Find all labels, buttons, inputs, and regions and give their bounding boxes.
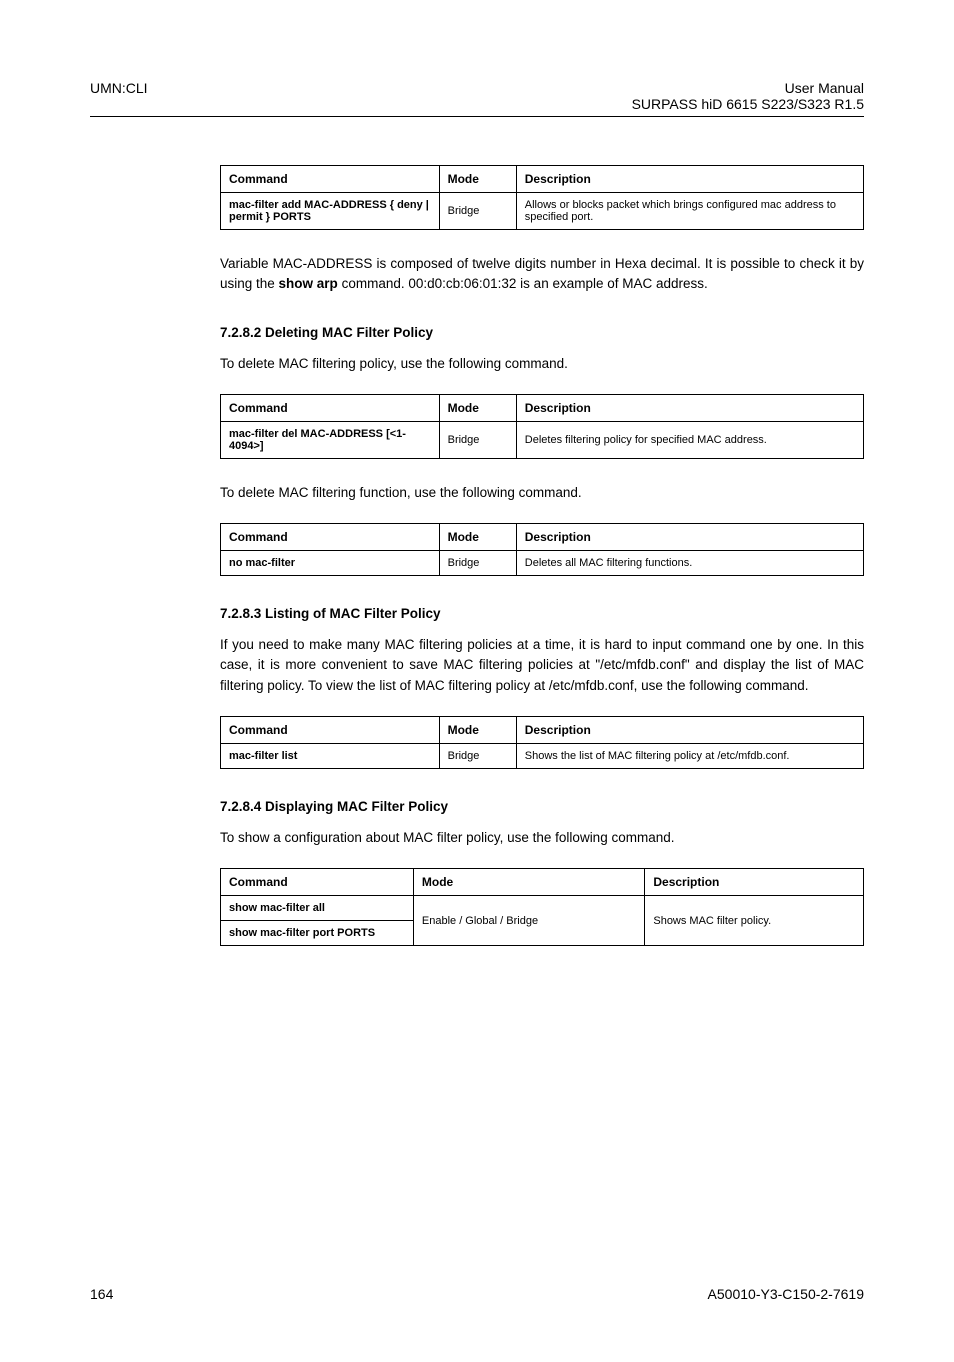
header-left: UMN:CLI xyxy=(90,80,148,112)
table-show-mac-filter: Command Mode Description show mac-filter… xyxy=(220,868,864,946)
td-mode: Enable / Global / Bridge xyxy=(413,896,644,946)
th-description: Description xyxy=(516,394,863,421)
footer-doc-id: A50010-Y3-C150-2-7619 xyxy=(708,1286,864,1302)
th-mode: Mode xyxy=(413,869,644,896)
td-command: mac-filter add MAC-ADDRESS { deny | perm… xyxy=(221,193,440,230)
table-mac-filter-add: Command Mode Description mac-filter add … xyxy=(220,165,864,230)
th-description: Description xyxy=(645,869,864,896)
th-command: Command xyxy=(221,524,440,551)
td-command-2: show mac-filter port PORTS xyxy=(221,921,414,946)
td-desc: Deletes all MAC filtering functions. xyxy=(516,551,863,576)
th-command: Command xyxy=(221,166,440,193)
th-command: Command xyxy=(221,716,440,743)
para-delete-intro-1: To delete MAC filtering policy, use the … xyxy=(220,354,864,374)
th-mode: Mode xyxy=(439,166,516,193)
td-mode: Bridge xyxy=(439,421,516,458)
table-no-mac-filter: Command Mode Description no mac-filter B… xyxy=(220,523,864,576)
td-mode: Bridge xyxy=(439,551,516,576)
para-delete-intro-2: To delete MAC filtering function, use th… xyxy=(220,483,864,503)
para-displaying-intro: To show a configuration about MAC filter… xyxy=(220,828,864,848)
th-command: Command xyxy=(221,869,414,896)
td-desc: Shows MAC filter policy. xyxy=(645,896,864,946)
td-command: no mac-filter xyxy=(221,551,440,576)
td-desc: Deletes filtering policy for specified M… xyxy=(516,421,863,458)
heading-deleting-mac-filter: 7.2.8.2 Deleting MAC Filter Policy xyxy=(220,325,864,340)
th-mode: Mode xyxy=(439,716,516,743)
td-mode: Bridge xyxy=(439,193,516,230)
header-rule xyxy=(90,116,864,117)
td-mode: Bridge xyxy=(439,743,516,768)
th-description: Description xyxy=(516,524,863,551)
th-description: Description xyxy=(516,166,863,193)
para-listing-intro: If you need to make many MAC filtering p… xyxy=(220,635,864,696)
heading-displaying-mac-filter: 7.2.8.4 Displaying MAC Filter Policy xyxy=(220,799,864,814)
td-desc: Allows or blocks packet which brings con… xyxy=(516,193,863,230)
td-command: mac-filter list xyxy=(221,743,440,768)
heading-listing-mac-filter: 7.2.8.3 Listing of MAC Filter Policy xyxy=(220,606,864,621)
td-desc: Shows the list of MAC filtering policy a… xyxy=(516,743,863,768)
th-mode: Mode xyxy=(439,394,516,421)
td-command-1: show mac-filter all xyxy=(221,896,414,921)
header-right-1: User Manual xyxy=(632,80,864,96)
header-right-2: SURPASS hiD 6615 S223/S323 R1.5 xyxy=(632,96,864,112)
para-mac-address-note: Variable MAC-ADDRESS is composed of twel… xyxy=(220,254,864,295)
th-description: Description xyxy=(516,716,863,743)
th-command: Command xyxy=(221,394,440,421)
th-mode: Mode xyxy=(439,524,516,551)
td-command: mac-filter del MAC-ADDRESS [<1-4094>] xyxy=(221,421,440,458)
table-mac-filter-del: Command Mode Description mac-filter del … xyxy=(220,394,864,459)
footer-page-number: 164 xyxy=(90,1286,113,1302)
table-mac-filter-list: Command Mode Description mac-filter list… xyxy=(220,716,864,769)
